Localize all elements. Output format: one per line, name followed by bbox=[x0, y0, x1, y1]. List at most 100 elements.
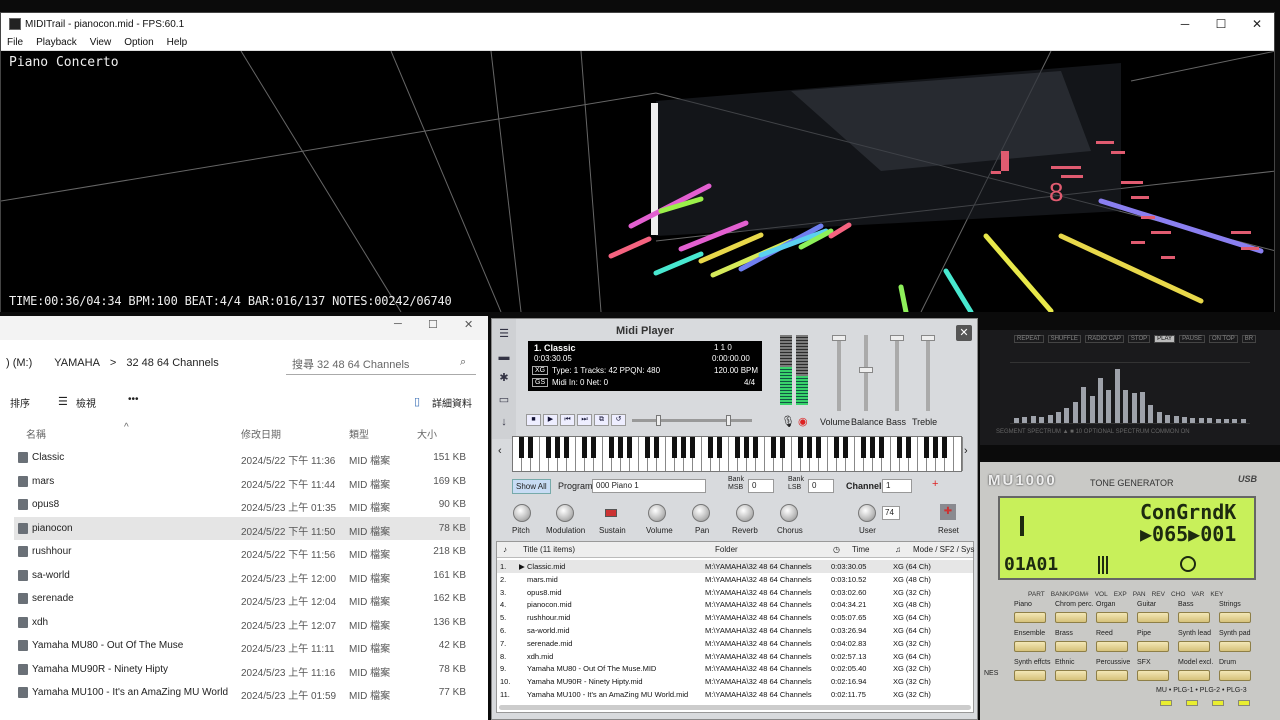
address-bar[interactable]: ) (M:) YAMAHA > 32 48 64 Channels 搜尋 32 … bbox=[0, 348, 488, 378]
black-key[interactable] bbox=[744, 437, 749, 458]
col-date[interactable]: 修改日期 bbox=[241, 426, 281, 441]
black-key[interactable] bbox=[519, 437, 524, 458]
file-row[interactable]: xdh 2024/5/23 上午 12:07 MID 檔案 136 KB bbox=[14, 611, 470, 635]
sustain-toggle[interactable] bbox=[605, 509, 617, 517]
voice-category-button[interactable] bbox=[1096, 670, 1128, 681]
chat-icon[interactable]: ▭ bbox=[498, 395, 510, 406]
keyboard-right-arrow[interactable]: › bbox=[964, 445, 968, 457]
menu-option[interactable]: Option bbox=[124, 37, 153, 48]
volume-fader[interactable] bbox=[832, 335, 846, 411]
black-key[interactable] bbox=[897, 437, 902, 458]
menu-help[interactable]: Help bbox=[167, 37, 188, 48]
voice-category-button[interactable] bbox=[1055, 670, 1087, 681]
modulation-knob[interactable] bbox=[556, 504, 574, 522]
voice-category-button[interactable] bbox=[1055, 641, 1087, 652]
black-key[interactable] bbox=[645, 437, 650, 458]
col-name[interactable]: 名稱 bbox=[26, 426, 46, 441]
black-key[interactable] bbox=[924, 437, 929, 458]
black-key[interactable] bbox=[843, 437, 848, 458]
voice-category-button[interactable] bbox=[1014, 612, 1046, 623]
voice-category-button[interactable] bbox=[1219, 641, 1251, 652]
black-key[interactable] bbox=[708, 437, 713, 458]
file-row[interactable]: rushhour 2024/5/22 下午 11:56 MID 檔案 218 KB bbox=[14, 540, 470, 564]
menu-playback[interactable]: Playback bbox=[36, 37, 77, 48]
close-button[interactable]: ✕ bbox=[1239, 13, 1275, 35]
pl-col-time[interactable]: Time bbox=[852, 545, 869, 554]
playlist-row[interactable]: 10. Yamaha MU90R - Ninety Hipty.mid M:\YAM… bbox=[497, 675, 973, 688]
bass-fader[interactable] bbox=[890, 335, 904, 411]
voice-category-button[interactable] bbox=[1178, 670, 1210, 681]
reverb-knob[interactable] bbox=[736, 504, 754, 522]
voice-category-button[interactable] bbox=[1014, 670, 1046, 681]
balance-fader[interactable] bbox=[859, 335, 873, 411]
menu-file[interactable]: File bbox=[7, 37, 23, 48]
record-icon[interactable]: ◉ bbox=[798, 415, 808, 428]
playlist-row[interactable]: 3. opus8.mid M:\YAMAHA\32 48 64 Channels 0:… bbox=[497, 586, 973, 599]
sort-button[interactable]: 排序 bbox=[10, 395, 30, 410]
minimize-button[interactable]: ─ bbox=[1167, 13, 1203, 35]
col-type[interactable]: 類型 bbox=[349, 426, 369, 441]
pl-col-mode[interactable]: Mode / SF2 / Sys bbox=[913, 545, 974, 554]
black-key[interactable] bbox=[861, 437, 866, 458]
black-key[interactable] bbox=[735, 437, 740, 458]
explorer-minimize-button[interactable]: ─ bbox=[394, 318, 402, 330]
spectrum-button[interactable]: BR bbox=[1241, 335, 1257, 343]
settings-icon[interactable]: ✱ bbox=[498, 373, 510, 384]
playlist-row[interactable]: 2. mars.mid M:\YAMAHA\32 48 64 Channels 0:0… bbox=[497, 573, 973, 586]
playlist-row[interactable]: 11. Yamaha MU100 - It's an AmaZing MU Wor… bbox=[497, 688, 973, 701]
spectrum-button[interactable]: ON TOP bbox=[1208, 335, 1238, 343]
add-icon[interactable]: + bbox=[932, 478, 938, 490]
player-close-button[interactable]: ✕ bbox=[956, 325, 972, 341]
black-key[interactable] bbox=[906, 437, 911, 458]
file-row[interactable]: pianocon 2024/5/22 下午 11:50 MID 檔案 78 KB bbox=[14, 516, 470, 540]
playlist-row[interactable]: 9. Yamaha MU80 - Out Of The Muse.MID M:\YA… bbox=[497, 662, 973, 675]
black-key[interactable] bbox=[609, 437, 614, 458]
user-knob[interactable] bbox=[858, 504, 876, 522]
black-key[interactable] bbox=[546, 437, 551, 458]
black-key[interactable] bbox=[654, 437, 659, 458]
voice-category-button[interactable] bbox=[1096, 612, 1128, 623]
black-key[interactable] bbox=[672, 437, 677, 458]
pan-knob[interactable] bbox=[692, 504, 710, 522]
playlist-row[interactable]: 4. pianocon.mid M:\YAMAHA\32 48 64 Channel… bbox=[497, 598, 973, 611]
previous-button[interactable]: ⏮ bbox=[560, 414, 575, 426]
black-key[interactable] bbox=[528, 437, 533, 458]
voice-category-button[interactable] bbox=[1096, 641, 1128, 652]
black-key[interactable] bbox=[591, 437, 596, 458]
pitch-knob[interactable] bbox=[513, 504, 531, 522]
file-row[interactable]: opus8 2024/5/23 上午 01:35 MID 檔案 90 KB bbox=[14, 493, 470, 517]
black-key[interactable] bbox=[771, 437, 776, 458]
black-key[interactable] bbox=[807, 437, 812, 458]
voice-category-button[interactable] bbox=[1219, 612, 1251, 623]
view-button[interactable]: 檢視 bbox=[76, 395, 96, 410]
search-input[interactable]: 搜尋 32 48 64 Channels bbox=[286, 351, 476, 375]
folder-icon[interactable]: ▬ bbox=[498, 352, 510, 363]
explorer-title-bar[interactable]: ─ ☐ ✕ bbox=[0, 316, 488, 340]
spectrum-button[interactable]: SHUFFLE bbox=[1047, 335, 1081, 343]
spectrum-button[interactable]: RADIO CAP bbox=[1084, 335, 1124, 343]
keyboard-left-arrow[interactable]: ‹ bbox=[498, 445, 502, 457]
playlist-row[interactable]: 1. ▶ Classic.mid M:\YAMAHA\32 48 64 Channel… bbox=[497, 560, 973, 573]
black-key[interactable] bbox=[690, 437, 695, 458]
col-size[interactable]: 大小 bbox=[417, 426, 437, 441]
loop-button[interactable]: ⧉ bbox=[594, 414, 609, 426]
file-row[interactable]: sa-world 2024/5/23 上午 12:00 MID 檔案 161 KB bbox=[14, 564, 470, 588]
playlist-row[interactable]: 6. sa-world.mid M:\YAMAHA\32 48 64 Channel… bbox=[497, 624, 973, 637]
black-key[interactable] bbox=[870, 437, 875, 458]
maximize-button[interactable]: ☐ bbox=[1203, 13, 1239, 35]
white-key[interactable] bbox=[954, 437, 963, 471]
voice-category-button[interactable] bbox=[1137, 670, 1169, 681]
play-button[interactable]: ▶ bbox=[543, 414, 558, 426]
tempo-slider[interactable] bbox=[702, 415, 752, 426]
file-row[interactable]: Yamaha MU80 - Out Of The Muse 2024/5/23 上… bbox=[14, 634, 470, 658]
playlist-row[interactable]: 7. serenade.mid M:\YAMAHA\32 48 64 Channel… bbox=[497, 637, 973, 650]
program-select[interactable]: 000 Piano 1 bbox=[592, 479, 706, 493]
spectrum-button[interactable]: PLAY bbox=[1154, 335, 1176, 343]
black-key[interactable] bbox=[627, 437, 632, 458]
channel-input[interactable]: 1 bbox=[882, 479, 912, 493]
playlist-scrollbar[interactable] bbox=[499, 705, 971, 710]
stop-button[interactable]: ■ bbox=[526, 414, 541, 426]
playlist-row[interactable]: 8. xdh.mid M:\YAMAHA\32 48 64 Channels 0:02… bbox=[497, 650, 973, 663]
show-all-button[interactable]: Show All bbox=[512, 479, 551, 494]
file-row[interactable]: Yamaha MU90R - Ninety Hipty 2024/5/23 上午 … bbox=[14, 658, 470, 682]
